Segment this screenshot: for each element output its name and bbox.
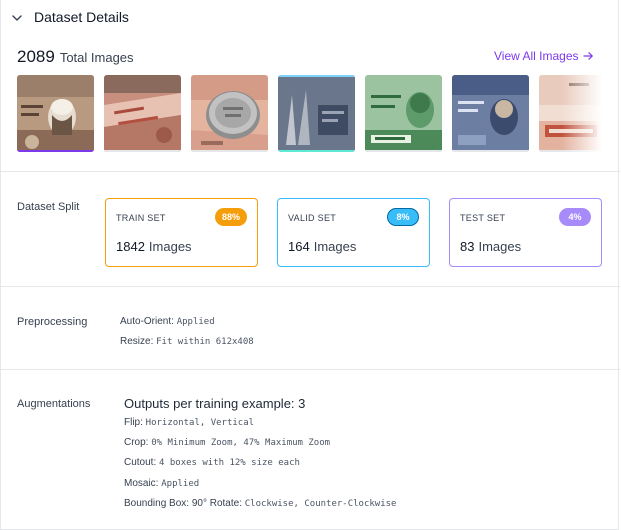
train-set-card[interactable]: TRAIN SET 88% 1842 Images	[105, 198, 258, 267]
outputs-per-example: Outputs per training example: 3	[124, 396, 306, 411]
thumbnail-image[interactable]	[104, 75, 181, 152]
augmentations-label: Augmentations	[17, 398, 91, 410]
dataset-details-panel: Dataset Details 2089 Total Images View A…	[0, 0, 620, 530]
preprocessing-auto-orient: Auto-Orient: Applied	[120, 316, 215, 327]
total-images: 2089 Total Images	[17, 47, 134, 67]
thumbnail-fade	[562, 75, 602, 152]
view-all-label: View All Images	[494, 49, 579, 63]
valid-set-percent-badge: 8%	[387, 208, 419, 226]
augmentation-cutout: Cutout: 4 boxes with 12% size each	[124, 457, 300, 468]
view-all-images-link[interactable]: View All Images	[494, 49, 594, 63]
total-images-label: Total Images	[59, 50, 134, 65]
augmentation-flip: Flip: Horizontal, Vertical	[124, 417, 255, 428]
thumbnail-image[interactable]	[191, 75, 268, 152]
thumbnail-image[interactable]	[17, 75, 94, 152]
preprocessing-label: Preprocessing	[17, 316, 88, 328]
divider	[1, 369, 620, 370]
augmentation-mosaic: Mosaic: Applied	[124, 478, 200, 489]
preprocessing-resize: Resize: Fit within 612x408	[120, 336, 254, 347]
valid-set-count: 164	[288, 239, 310, 254]
total-images-count: 2089	[17, 47, 55, 66]
divider	[1, 171, 620, 172]
augmentation-crop: Crop: 0% Minimum Zoom, 47% Maximum Zoom	[124, 437, 331, 448]
train-set-percent-badge: 88%	[215, 208, 247, 226]
train-set-unit: Images	[148, 239, 192, 254]
thumbnail-image[interactable]	[452, 75, 529, 152]
thumbnail-strip	[17, 75, 602, 153]
section-title: Dataset Details	[34, 9, 129, 25]
augmentation-bbox-rotate: Bounding Box: 90° Rotate: Clockwise, Cou…	[124, 498, 397, 509]
test-set-percent-badge: 4%	[559, 208, 591, 226]
train-set-count: 1842	[116, 239, 145, 254]
dataset-split-label: Dataset Split	[17, 201, 80, 213]
divider	[1, 286, 620, 287]
valid-set-unit: Images	[313, 239, 357, 254]
chevron-down-icon[interactable]	[10, 11, 24, 25]
test-set-card[interactable]: TEST SET 4% 83 Images	[449, 198, 602, 267]
arrow-right-icon	[582, 52, 593, 60]
section-header[interactable]: Dataset Details	[1, 0, 620, 36]
valid-set-card[interactable]: VALID SET 8% 164 Images	[277, 198, 430, 267]
test-set-count: 83	[460, 239, 475, 254]
train-set-name: TRAIN SET	[116, 213, 166, 223]
thumbnail-image[interactable]	[365, 75, 442, 152]
valid-set-name: VALID SET	[288, 213, 337, 223]
test-set-unit: Images	[478, 239, 522, 254]
test-set-name: TEST SET	[460, 213, 506, 223]
thumbnail-image[interactable]	[278, 75, 355, 152]
